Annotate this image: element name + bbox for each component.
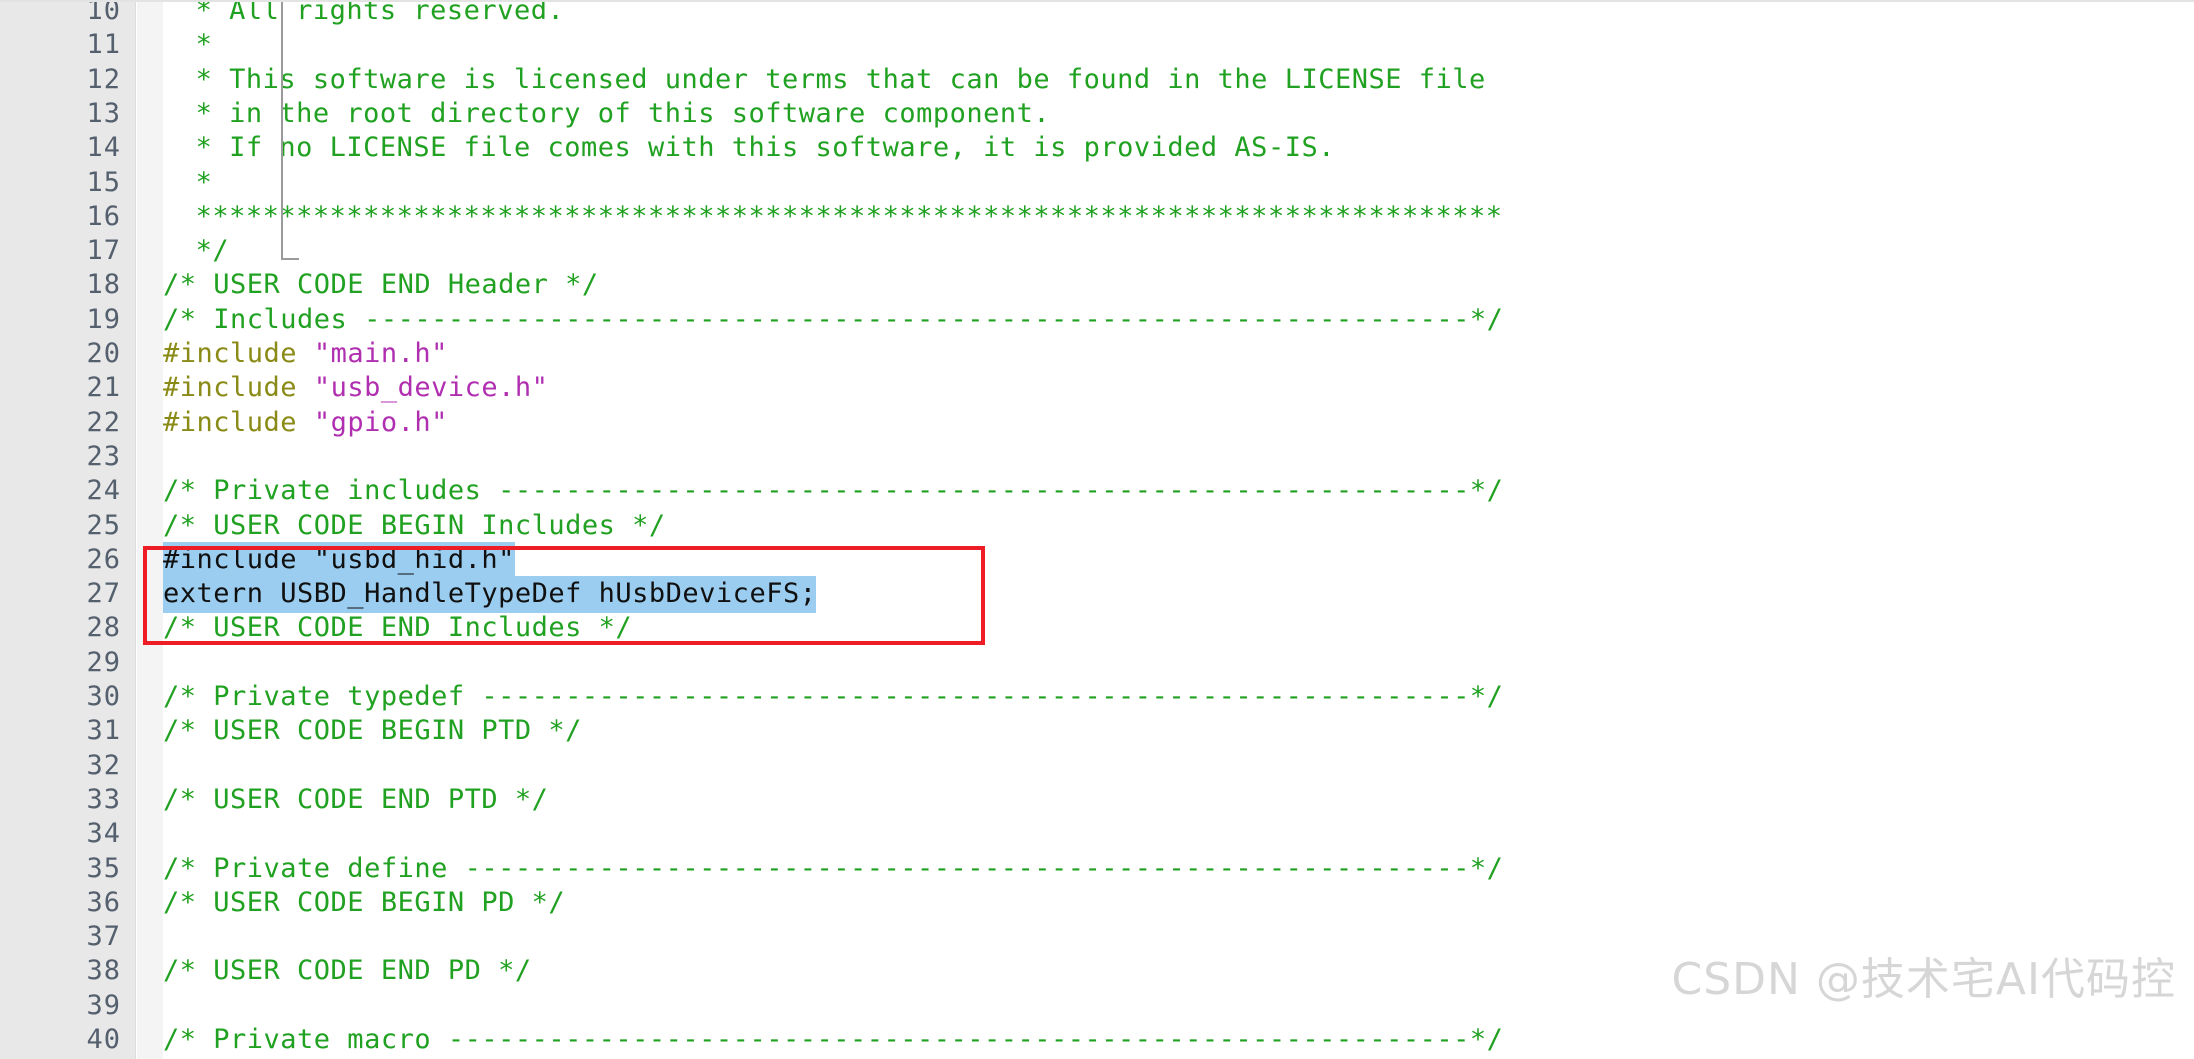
code-line[interactable]: /* USER CODE BEGIN PD */ — [163, 886, 565, 920]
code-line[interactable]: * All rights reserved. — [163, 0, 564, 28]
code-line-selected[interactable]: #include "usbd_hid.h" — [163, 541, 515, 579]
line-number: 23 — [86, 440, 121, 472]
code-token: /* USER CODE BEGIN Includes */ — [163, 509, 666, 541]
code-line[interactable]: /* USER CODE BEGIN PTD */ — [163, 714, 582, 748]
line-number: 40 — [86, 1024, 121, 1055]
code-token: /* Includes ----------------------------… — [163, 303, 1504, 335]
csdn-watermark: CSDN @技术宅AI代码控 — [1671, 954, 2176, 1005]
code-token: #include — [163, 338, 314, 369]
line-number: 21 — [86, 372, 121, 404]
line-number: 17 — [86, 235, 121, 267]
code-token: #include "usbd_hid.h" — [163, 541, 515, 579]
code-line[interactable]: /* USER CODE END PTD */ — [163, 783, 548, 817]
line-number: 31 — [86, 715, 121, 747]
code-token: /* USER CODE END Header */ — [163, 269, 599, 301]
line-number: 26 — [86, 543, 121, 575]
code-line[interactable]: /* USER CODE BEGIN Includes */ — [163, 509, 666, 543]
line-number: 22 — [86, 406, 121, 438]
code-token: ****************************************… — [195, 200, 1503, 232]
line-number: 29 — [86, 646, 121, 678]
line-number: 18 — [86, 269, 121, 301]
code-line[interactable]: /* USER CODE END PD */ — [163, 954, 532, 988]
code-line[interactable]: /* Private macro -----------------------… — [163, 1023, 1503, 1057]
line-number: 38 — [86, 955, 121, 987]
line-number: 10 — [86, 0, 121, 26]
line-number: 25 — [86, 509, 121, 541]
line-number: 37 — [86, 921, 121, 953]
code-line[interactable]: /* USER CODE END Includes */ — [163, 611, 632, 645]
code-line[interactable]: /* USER CODE END Header */ — [163, 268, 599, 302]
code-line[interactable]: /* Private typedef ---------------------… — [163, 680, 1503, 714]
code-token: /* USER CODE END PD */ — [163, 955, 532, 987]
line-number: 15 — [86, 166, 121, 198]
top-divider — [0, 0, 2194, 2]
code-token: /* Private includes --------------------… — [163, 475, 1504, 507]
line-number: 32 — [86, 749, 121, 781]
code-token: /* USER CODE END PTD */ — [163, 783, 549, 815]
code-token: * All rights reserved. — [195, 0, 565, 26]
code-line[interactable]: * If no LICENSE file comes with this sof… — [163, 131, 1335, 165]
code-token: * — [195, 29, 213, 61]
line-number: 14 — [86, 132, 121, 164]
line-number: 19 — [86, 303, 121, 335]
code-token: /* Private macro -----------------------… — [163, 1024, 1504, 1055]
line-number: 12 — [86, 63, 121, 95]
code-line[interactable]: * — [163, 28, 212, 62]
line-number: 36 — [86, 886, 121, 918]
code-line[interactable]: #include "main.h" — [163, 337, 448, 371]
line-number-gutter[interactable]: 10 11 12 13 14 15 16 17 18 19 20 21 22 23 24 25 26 27 28 29… — [0, 0, 136, 1059]
code-line[interactable]: #include "gpio.h" — [163, 406, 448, 440]
code-line[interactable]: * — [163, 166, 212, 200]
line-number: 16 — [86, 200, 121, 232]
line-number: 30 — [86, 681, 121, 712]
code-line[interactable]: #include "usb_device.h" — [163, 371, 548, 405]
fold-bracket-header-comment[interactable] — [281, 0, 299, 260]
code-line[interactable]: /* Includes ----------------------------… — [163, 303, 1503, 337]
code-token: * If no LICENSE file comes with this sof… — [195, 132, 1335, 164]
line-number: 11 — [86, 29, 121, 61]
line-number: 34 — [86, 818, 121, 850]
code-token: * This software is licensed under terms … — [195, 63, 1486, 95]
code-token: "usb_device.h" — [313, 372, 549, 404]
code-token: "main.h" — [313, 338, 448, 369]
line-number: 20 — [86, 338, 121, 369]
code-content-area[interactable]: * All rights reserved. * * This software i… — [163, 0, 2194, 1059]
code-token: /* USER CODE BEGIN PTD */ — [163, 715, 582, 747]
code-token: /* Private define ----------------------… — [163, 852, 1504, 884]
code-line[interactable]: ****************************************… — [163, 200, 1503, 234]
line-number: 33 — [86, 783, 121, 815]
code-token: * in the root directory of this software… — [195, 97, 1051, 129]
code-editor-view: 10 11 12 13 14 15 16 17 18 19 20 21 22 23 24 25 26 27 28 29… — [0, 0, 2194, 1059]
code-token: /* Private typedef ---------------------… — [163, 681, 1504, 712]
code-line[interactable]: /* Private define ----------------------… — [163, 852, 1503, 886]
code-line[interactable]: /* Private includes --------------------… — [163, 474, 1503, 508]
code-token: /* USER CODE BEGIN PD */ — [163, 886, 566, 918]
code-token: extern USBD_HandleTypeDef hUsbDeviceFS; — [163, 576, 817, 614]
code-token: #include — [163, 372, 314, 404]
line-number: 24 — [86, 475, 121, 507]
code-token: * — [195, 166, 213, 198]
line-number: 28 — [86, 612, 121, 644]
code-line-selected[interactable]: extern USBD_HandleTypeDef hUsbDeviceFS; — [163, 576, 817, 614]
code-line[interactable]: * This software is licensed under terms … — [163, 63, 1486, 97]
line-number: 35 — [86, 852, 121, 884]
line-number: 27 — [86, 578, 121, 610]
code-token: /* USER CODE END Includes */ — [163, 612, 633, 644]
code-line[interactable]: */ — [163, 234, 229, 268]
line-number: 39 — [86, 989, 121, 1021]
code-folding-column[interactable] — [137, 0, 299, 1059]
line-number: 13 — [86, 97, 121, 129]
code-token: */ — [195, 235, 230, 267]
code-token: #include — [163, 406, 314, 438]
code-token: "gpio.h" — [313, 406, 448, 438]
